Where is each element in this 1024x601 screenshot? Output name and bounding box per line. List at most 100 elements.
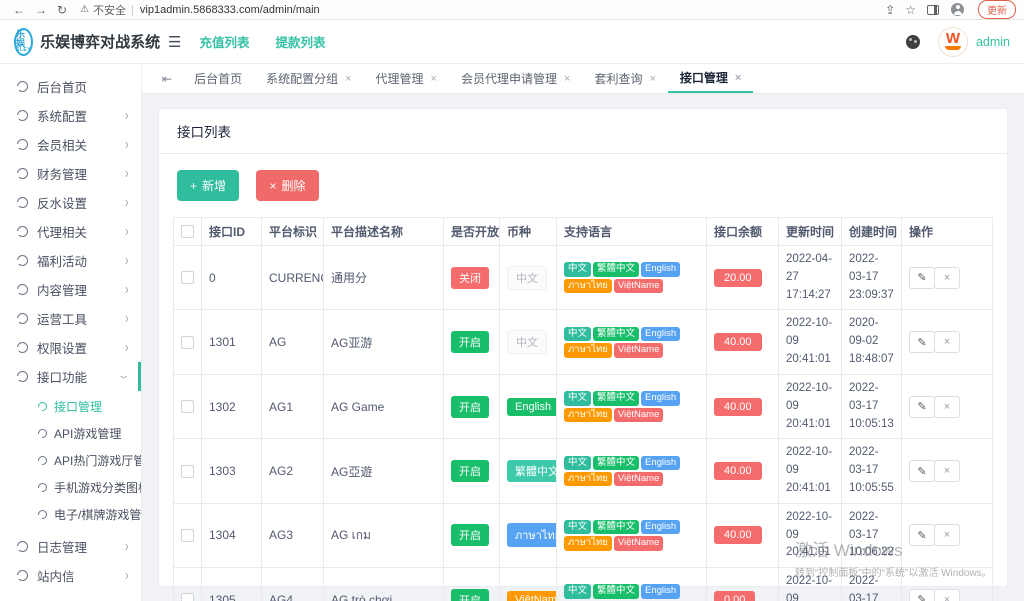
select-all-checkbox[interactable] — [181, 225, 194, 238]
sidebar-subitem[interactable]: 电子/棋牌游戏管理 — [0, 501, 141, 528]
sidebar-item[interactable]: 日志管理 › — [0, 532, 141, 561]
sidebar-item[interactable]: 系统配置 › — [0, 101, 141, 130]
sidebar-item-label: 福利活动 — [37, 251, 87, 270]
sidebar-item[interactable]: 站内信 › — [0, 561, 141, 590]
sidebar-item[interactable]: 反水设置 › — [0, 188, 141, 217]
open-badge: 开启 — [451, 331, 489, 353]
row-checkbox[interactable] — [181, 593, 194, 601]
sidebar-item[interactable]: 代理相关 › — [0, 217, 141, 246]
theme-icon[interactable] — [906, 35, 920, 49]
row-delete-button[interactable]: × — [934, 331, 960, 353]
row-delete-button[interactable]: × — [934, 267, 960, 289]
cell-name: AG Game — [324, 374, 444, 438]
update-button[interactable]: 更新 — [978, 0, 1016, 19]
language-tag: ViệtName — [614, 536, 664, 550]
username[interactable]: admin — [976, 35, 1010, 49]
sidebar-item[interactable]: 后台首页 — [0, 72, 141, 101]
address-bar[interactable]: ⚠ 不安全 | vip1admin.5868333.com/admin/main — [80, 2, 320, 18]
language-tag: ภาษาไทย — [564, 536, 612, 550]
forward-icon[interactable]: → — [35, 4, 47, 16]
balance-badge: 40.00 — [714, 462, 762, 480]
tab-close-icon[interactable]: × — [345, 73, 351, 85]
column-header: 接口ID — [202, 218, 262, 246]
sidebar-subitem[interactable]: 接口管理 — [0, 393, 141, 420]
updated-date: 2022-10-09 — [786, 444, 834, 480]
row-checkbox[interactable] — [181, 465, 194, 478]
hamburger-icon[interactable]: ☰ — [168, 33, 181, 51]
tab-close-icon[interactable]: × — [735, 72, 741, 84]
cell-updated: 2022-10-0920:41:01 — [779, 503, 842, 567]
tab[interactable]: 代理管理 × — [364, 64, 449, 93]
menu-ring-icon — [17, 139, 28, 150]
currency-badge: ViệtName — [507, 591, 557, 601]
scroll-tabs-left-icon[interactable]: ⇤ — [162, 72, 172, 86]
tab[interactable]: 系统配置分组 × — [254, 64, 363, 93]
menu-ring-icon — [17, 313, 28, 324]
language-tag: 繁體中文 — [593, 391, 639, 405]
row-checkbox[interactable] — [181, 529, 194, 542]
sidebar-item[interactable]: 财务管理 › — [0, 159, 141, 188]
app-title: 乐娱博弈对战系统 — [40, 31, 160, 52]
tab-label: 系统配置分组 — [266, 70, 338, 87]
cell-select — [174, 503, 202, 567]
back-icon[interactable]: ← — [13, 4, 25, 16]
sidebar-subitem[interactable]: 手机游戏分类图标 — [0, 474, 141, 501]
tab[interactable]: 会员代理申请管理 × — [449, 64, 582, 93]
edit-button[interactable]: ✎ — [909, 396, 935, 418]
select-all-header — [174, 218, 202, 246]
tab[interactable]: 套利查询 × — [582, 64, 667, 93]
cell-name: AG trò chơi — [324, 568, 444, 601]
row-delete-button[interactable]: × — [934, 524, 960, 546]
sidebar-submenu: 接口管理 API游戏管理 API热门游戏厅管理 手机游戏分类图标 电子/棋牌游戏… — [0, 391, 141, 532]
edit-button[interactable]: ✎ — [909, 460, 935, 482]
created-time: 10:05:55 — [849, 480, 894, 498]
side-panel-icon[interactable] — [927, 5, 939, 15]
tab[interactable]: 接口管理 × — [668, 64, 753, 93]
row-checkbox[interactable] — [181, 271, 194, 284]
add-button[interactable]: + 新增 — [177, 170, 239, 201]
created-time: 23:09:37 — [849, 287, 894, 305]
sidebar-item[interactable]: 运营工具 › — [0, 304, 141, 333]
nav-recharge-list[interactable]: 充值列表 — [199, 32, 249, 51]
updated-date: 2022-04-27 — [786, 251, 834, 287]
cell-name: AG เกม — [324, 503, 444, 567]
reload-icon[interactable]: ↻ — [57, 4, 67, 16]
cell-currency: ภาษาไทย — [500, 503, 557, 567]
menu-ring-icon — [17, 197, 28, 208]
edit-icon: ✎ — [917, 529, 926, 542]
language-tags: 中文繁體中文EnglishภาษาไทยViệtName — [557, 374, 707, 438]
row-delete-button[interactable]: × — [934, 396, 960, 418]
row-checkbox[interactable] — [181, 336, 194, 349]
open-badge: 开启 — [451, 396, 489, 418]
avatar[interactable]: W — [938, 27, 968, 57]
updated-date: 2022-10-09 — [786, 573, 834, 601]
sidebar-item[interactable]: 权限设置 › — [0, 333, 141, 362]
row-delete-button[interactable]: × — [934, 460, 960, 482]
tab[interactable]: 后台首页 — [182, 64, 254, 93]
sidebar-item[interactable]: 会员相关 › — [0, 130, 141, 159]
sidebar-item[interactable]: 福利活动 › — [0, 246, 141, 275]
tab-close-icon[interactable]: × — [564, 73, 570, 85]
edit-button[interactable]: ✎ — [909, 331, 935, 353]
edit-button[interactable]: ✎ — [909, 524, 935, 546]
chevron-icon: › — [126, 538, 129, 555]
edit-button[interactable]: ✎ — [909, 267, 935, 289]
edit-button[interactable]: ✎ — [909, 589, 935, 601]
open-badge: 开启 — [451, 589, 489, 601]
star-icon[interactable]: ☆ — [905, 4, 916, 16]
delete-button[interactable]: × 删除 — [256, 170, 318, 201]
sidebar-item[interactable]: 接口功能 › — [0, 362, 141, 391]
share-icon[interactable]: ⇪ — [885, 4, 895, 16]
avatar-letter: W — [946, 33, 960, 45]
updated-time: 20:41:01 — [786, 480, 834, 498]
nav-withdraw-list[interactable]: 提款列表 — [275, 32, 325, 51]
row-delete-button[interactable]: × — [934, 589, 960, 601]
tab-close-icon[interactable]: × — [431, 73, 437, 85]
row-checkbox[interactable] — [181, 400, 194, 413]
sidebar-item[interactable]: 内容管理 › — [0, 275, 141, 304]
browser-profile-icon[interactable] — [951, 3, 964, 16]
sidebar-subitem[interactable]: API热门游戏厅管理 — [0, 447, 141, 474]
sidebar-subitem[interactable]: API游戏管理 — [0, 420, 141, 447]
edit-icon: ✎ — [917, 400, 926, 413]
tab-close-icon[interactable]: × — [649, 73, 655, 85]
